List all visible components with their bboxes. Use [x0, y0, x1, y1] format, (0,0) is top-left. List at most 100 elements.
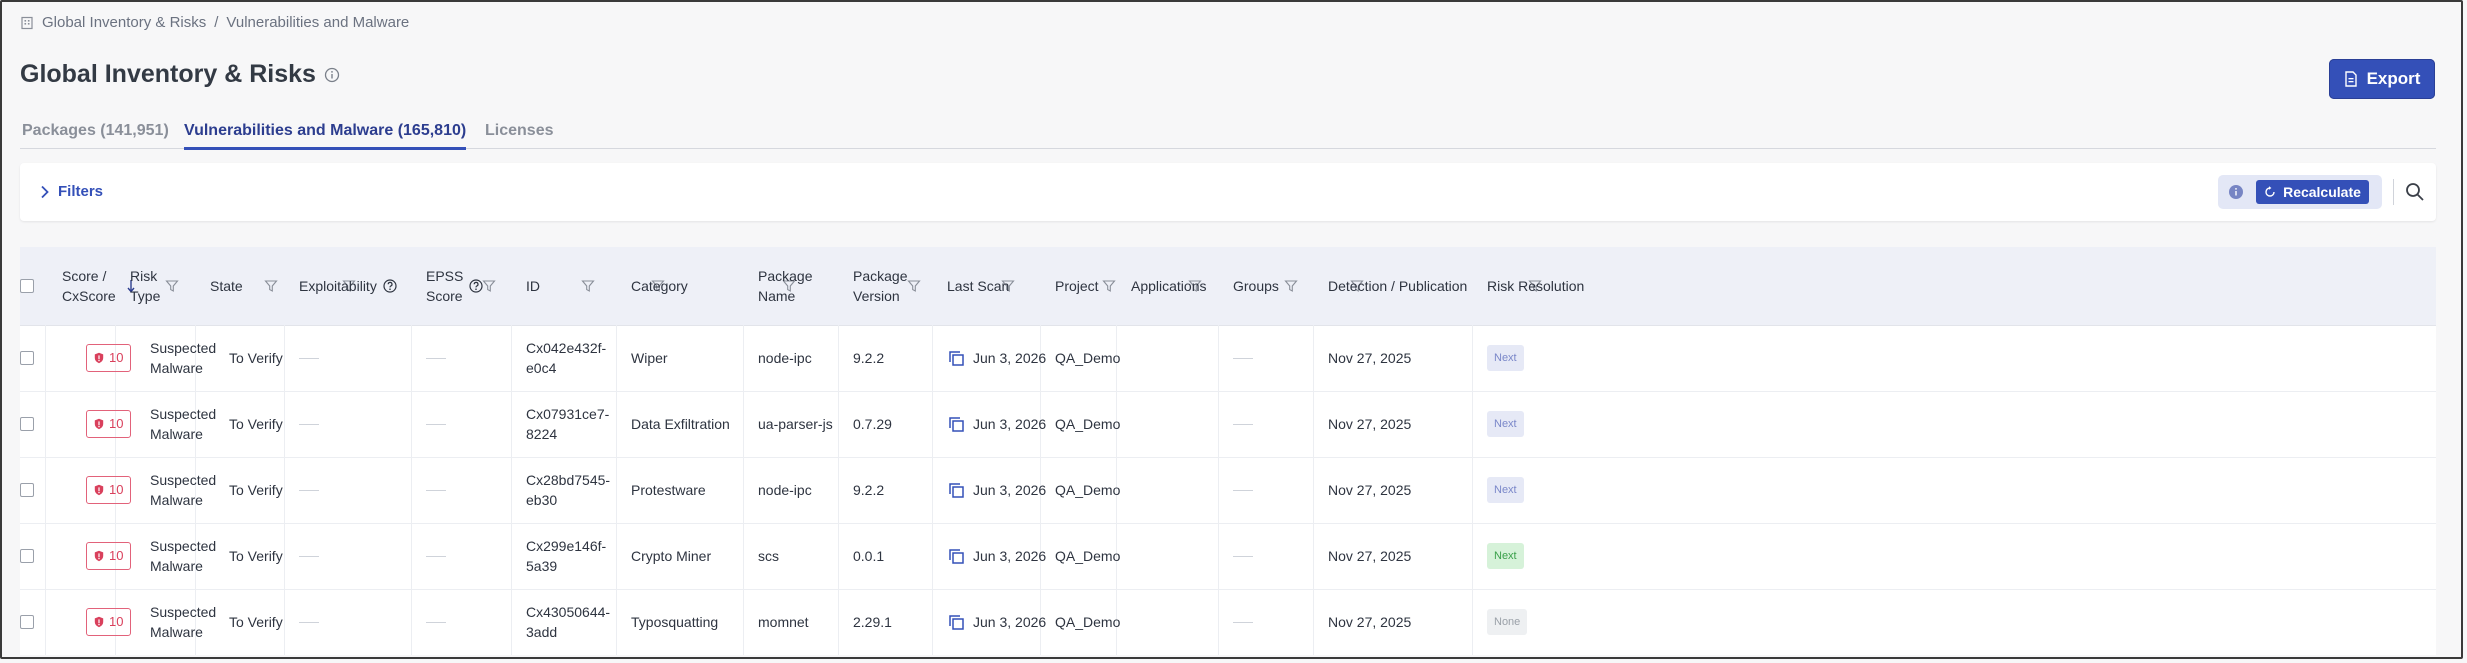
resolution-pill[interactable]: Next: [1487, 477, 1524, 503]
funnel-icon[interactable]: [1284, 279, 1298, 293]
empty-cell: [299, 523, 319, 589]
column-header-project[interactable]: Project: [1055, 247, 1099, 325]
column-header-epss[interactable]: EPSS Score: [426, 247, 483, 325]
table-row[interactable]: 10 Suspected Malware To Verify Cx07931ce7- 82…: [20, 391, 2436, 458]
column-header-detection[interactable]: Detection / Publication: [1328, 247, 1467, 325]
column-header-line2: Score: [426, 288, 463, 304]
column-header-line1: Exploitability: [299, 278, 377, 294]
breadcrumb: Global Inventory & Risks / Vulnerabiliti…: [20, 14, 409, 31]
empty-cell: [1233, 325, 1253, 391]
empty-cell: [426, 391, 446, 457]
risk-type-cell-text: Suspected Malware: [150, 536, 216, 576]
risk-type-cell-text: Suspected Malware: [150, 470, 216, 510]
page-title-wrap: Global Inventory & Risks: [20, 60, 340, 89]
row-checkbox[interactable]: [20, 549, 34, 563]
table-row[interactable]: 10 Suspected Malware To Verify Cx299e146f- 5a…: [20, 523, 2436, 590]
table-row[interactable]: 10 Suspected Malware To Verify Cx28bd7545- eb…: [20, 457, 2436, 524]
column-header-line1: Package: [758, 268, 813, 284]
column-header-package_version[interactable]: Package Version: [853, 247, 907, 325]
filters-toggle[interactable]: Filters: [40, 183, 103, 200]
column-header-groups[interactable]: Groups: [1233, 247, 1279, 325]
state-cell: To Verify: [229, 482, 283, 498]
score-cell: 10: [86, 523, 132, 589]
last-scan-cell[interactable]: Jun 3, 2026: [949, 589, 1046, 655]
risk-type-cell: Suspected Malware: [150, 457, 216, 523]
recalculate-button[interactable]: Recalculate: [2256, 180, 2369, 204]
id-cell-line1: Cx07931ce7-: [526, 406, 610, 422]
column-header-risk_resolution[interactable]: Risk Resolution: [1487, 247, 1584, 325]
funnel-icon[interactable]: [165, 279, 179, 293]
column-header-label: Risk Type: [130, 266, 160, 306]
column-header-label: EPSS Score: [426, 266, 463, 306]
row-checkbox[interactable]: [20, 351, 34, 365]
info-icon[interactable]: [324, 67, 340, 83]
tab-licenses[interactable]: Licenses: [485, 122, 553, 147]
table-row[interactable]: 10 Suspected Malware To Verify Cx042e432f-e0…: [20, 325, 2436, 392]
funnel-icon[interactable]: [482, 279, 496, 293]
package-name-cell: scs: [758, 548, 779, 564]
page-title: Global Inventory & Risks: [20, 60, 316, 88]
row-checkbox[interactable]: [20, 483, 34, 497]
column-header-exploitability[interactable]: Exploitability: [299, 247, 397, 325]
column-header-risk_type[interactable]: Risk Type: [130, 247, 160, 325]
resolution-pill[interactable]: Next: [1487, 543, 1524, 569]
tab-packages[interactable]: Packages (141,951): [22, 122, 169, 147]
funnel-icon[interactable]: [581, 279, 595, 293]
column-header-line2: Version: [853, 288, 900, 304]
id-cell: Cx43050644- 3add: [526, 589, 610, 655]
score-badge[interactable]: 10: [86, 608, 132, 636]
column-header-last_scan[interactable]: Last Scan: [947, 247, 1009, 325]
recalculate-label: Recalculate: [2283, 184, 2361, 200]
package-version-cell: 0.0.1: [853, 548, 885, 564]
last-scan-cell[interactable]: Jun 3, 2026: [949, 457, 1046, 523]
search-icon[interactable]: [2404, 181, 2426, 203]
column-header-package_name[interactable]: Package Name: [758, 247, 812, 325]
column-header-label: Category: [631, 276, 688, 296]
column-header-category[interactable]: Category: [631, 247, 688, 325]
empty-cell: [1233, 391, 1253, 457]
score-badge[interactable]: 10: [86, 542, 132, 570]
toolbar-divider: [2393, 179, 2394, 205]
column-header-applications[interactable]: Applications: [1131, 247, 1207, 325]
row-checkbox[interactable]: [20, 417, 34, 431]
score-badge[interactable]: 10: [86, 476, 132, 504]
score-cell: 10: [86, 391, 132, 457]
last-scan-cell[interactable]: Jun 3, 2026: [949, 391, 1046, 457]
column-header-line1: Last Scan: [947, 278, 1010, 294]
table-row[interactable]: 10 Suspected Malware To Verify Cx43050644- 3a…: [20, 589, 2436, 655]
column-header-state[interactable]: State: [210, 247, 243, 325]
empty-dash: [299, 555, 319, 557]
resolution-pill[interactable]: None: [1487, 609, 1528, 635]
column-header-line1: ID: [526, 278, 540, 294]
column-header-id[interactable]: ID: [526, 247, 540, 325]
resolution-pill[interactable]: Next: [1487, 345, 1524, 371]
empty-dash: [1233, 489, 1253, 491]
risk-type-cell: Suspected Malware: [150, 325, 216, 391]
last-scan-cell[interactable]: Jun 3, 2026: [949, 325, 1046, 391]
question-icon[interactable]: [383, 279, 397, 293]
column-header-line1: Risk: [130, 268, 158, 284]
funnel-icon[interactable]: [264, 279, 278, 293]
row-checkbox[interactable]: [20, 615, 34, 629]
funnel-icon[interactable]: [907, 279, 921, 293]
tab-vulnerabilities[interactable]: Vulnerabilities and Malware (165,810): [184, 122, 467, 150]
shield-icon: [94, 418, 104, 430]
breadcrumb-item-inventory[interactable]: Global Inventory & Risks: [42, 14, 206, 31]
funnel-icon[interactable]: [1102, 279, 1116, 293]
column-header-line1: Applications: [1131, 278, 1207, 294]
empty-dash: [426, 555, 446, 557]
score-badge[interactable]: 10: [86, 410, 132, 438]
last-scan-cell[interactable]: Jun 3, 2026: [949, 523, 1046, 589]
package-version-cell: 2.29.1: [853, 614, 892, 630]
risk-type-cell-line1: Suspected: [150, 538, 217, 554]
score-badge[interactable]: 10: [86, 344, 132, 372]
id-cell-text: Cx042e432f-e0c4: [526, 338, 606, 378]
resolution-pill[interactable]: Next: [1487, 411, 1524, 437]
column-header-score[interactable]: Score / CxScore: [62, 247, 136, 325]
export-button[interactable]: Export: [2329, 59, 2435, 99]
select-all-checkbox[interactable]: [20, 279, 34, 293]
question-icon[interactable]: [469, 279, 483, 293]
info-icon[interactable]: [2228, 184, 2244, 200]
tab-bar: Packages (141,951) Vulnerabilities and M…: [20, 118, 2436, 150]
empty-cell: [1233, 523, 1253, 589]
